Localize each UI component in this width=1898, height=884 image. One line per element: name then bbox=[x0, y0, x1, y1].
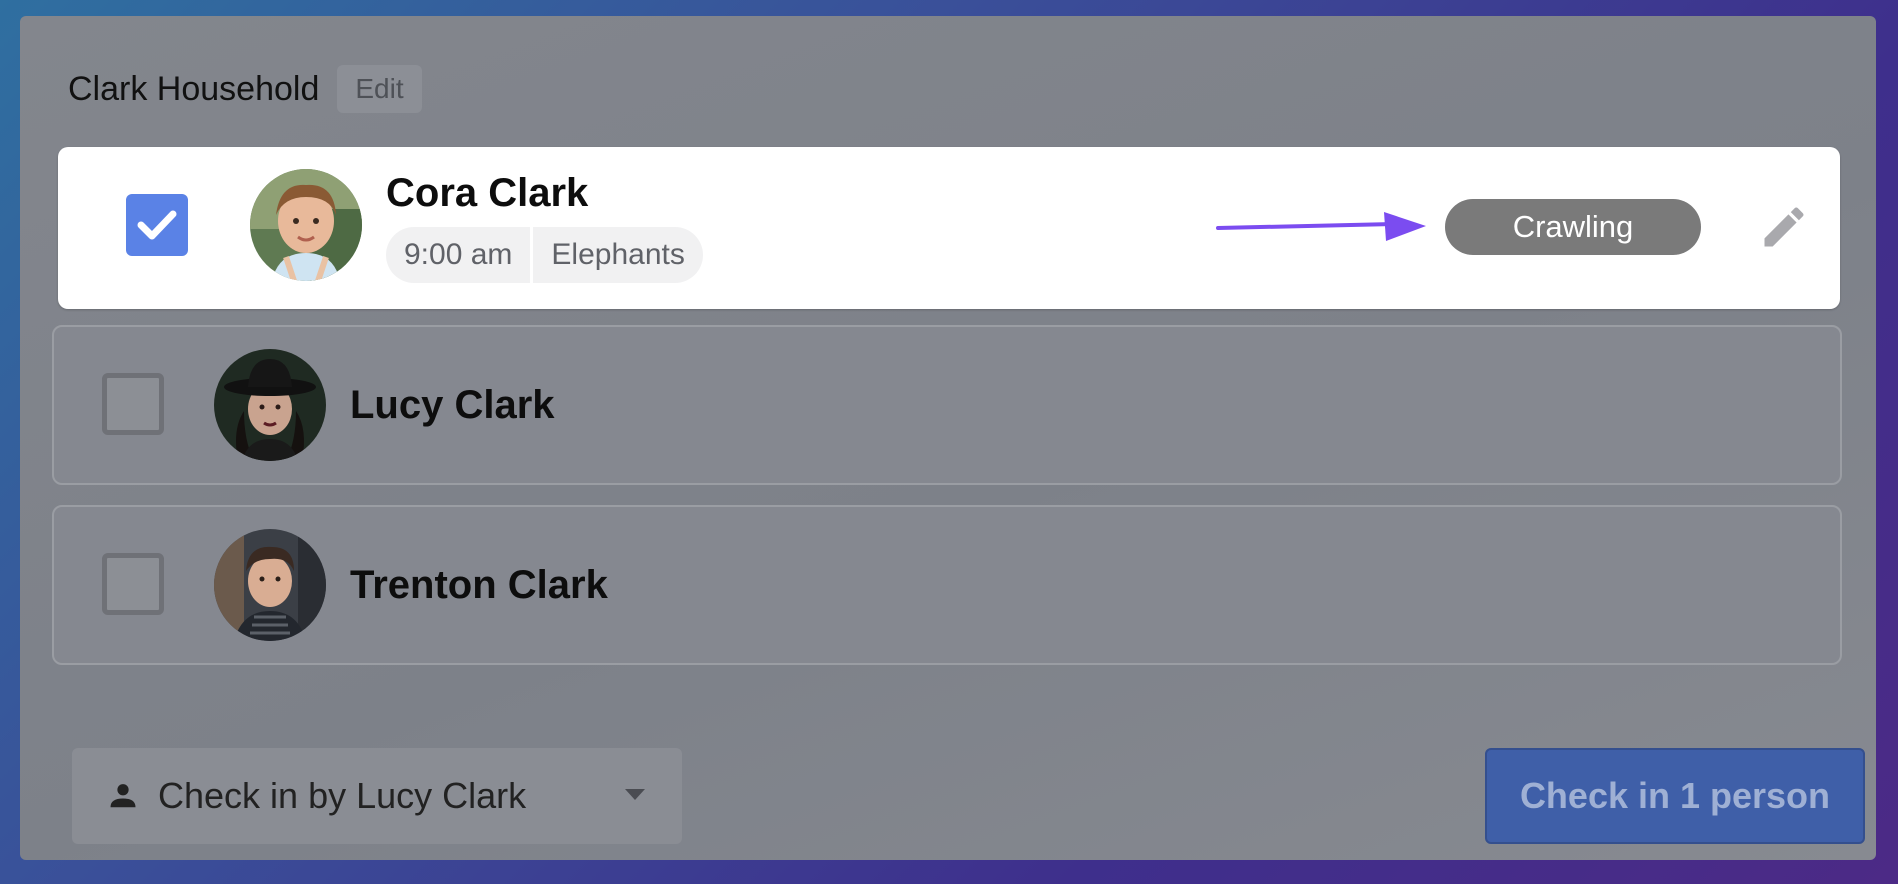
person-row-trenton[interactable]: Trenton Clark bbox=[52, 505, 1842, 665]
person-row-lucy[interactable]: Lucy Clark bbox=[52, 325, 1842, 485]
person-checkbox[interactable] bbox=[126, 194, 188, 256]
avatar bbox=[214, 349, 326, 461]
checkin-time: 9:00 am bbox=[404, 238, 513, 271]
person-icon bbox=[110, 784, 136, 808]
person-name: Lucy Clark bbox=[350, 383, 555, 427]
household-panel: Clark Household Edit Cora Clark 9:00 am … bbox=[20, 16, 1876, 860]
check-in-button[interactable]: Check in 1 person bbox=[1485, 748, 1865, 844]
status-badge: Crawling bbox=[1445, 199, 1701, 255]
household-header: Clark Household Edit bbox=[68, 64, 422, 114]
person-tags: 9:00 am Elephants bbox=[386, 227, 703, 283]
check-icon bbox=[137, 210, 177, 240]
pencil-icon[interactable] bbox=[1758, 201, 1810, 253]
person-name: Trenton Clark bbox=[350, 563, 608, 607]
room-name: Elephants bbox=[530, 227, 702, 283]
caret-down-icon bbox=[625, 789, 645, 800]
checkin-by-label: Check in by Lucy Clark bbox=[158, 775, 527, 816]
household-title: Clark Household bbox=[68, 69, 320, 108]
avatar bbox=[214, 529, 326, 641]
edit-household-button[interactable]: Edit bbox=[337, 65, 422, 113]
arrow-right-icon bbox=[1216, 212, 1426, 241]
avatar bbox=[250, 169, 362, 281]
checkin-by-select[interactable]: Check in by Lucy Clark bbox=[72, 748, 682, 844]
person-checkbox[interactable] bbox=[102, 373, 164, 435]
person-row-cora[interactable]: Cora Clark 9:00 am Elephants Crawling bbox=[58, 147, 1840, 309]
person-name: Cora Clark bbox=[386, 171, 589, 215]
person-checkbox[interactable] bbox=[102, 553, 164, 615]
